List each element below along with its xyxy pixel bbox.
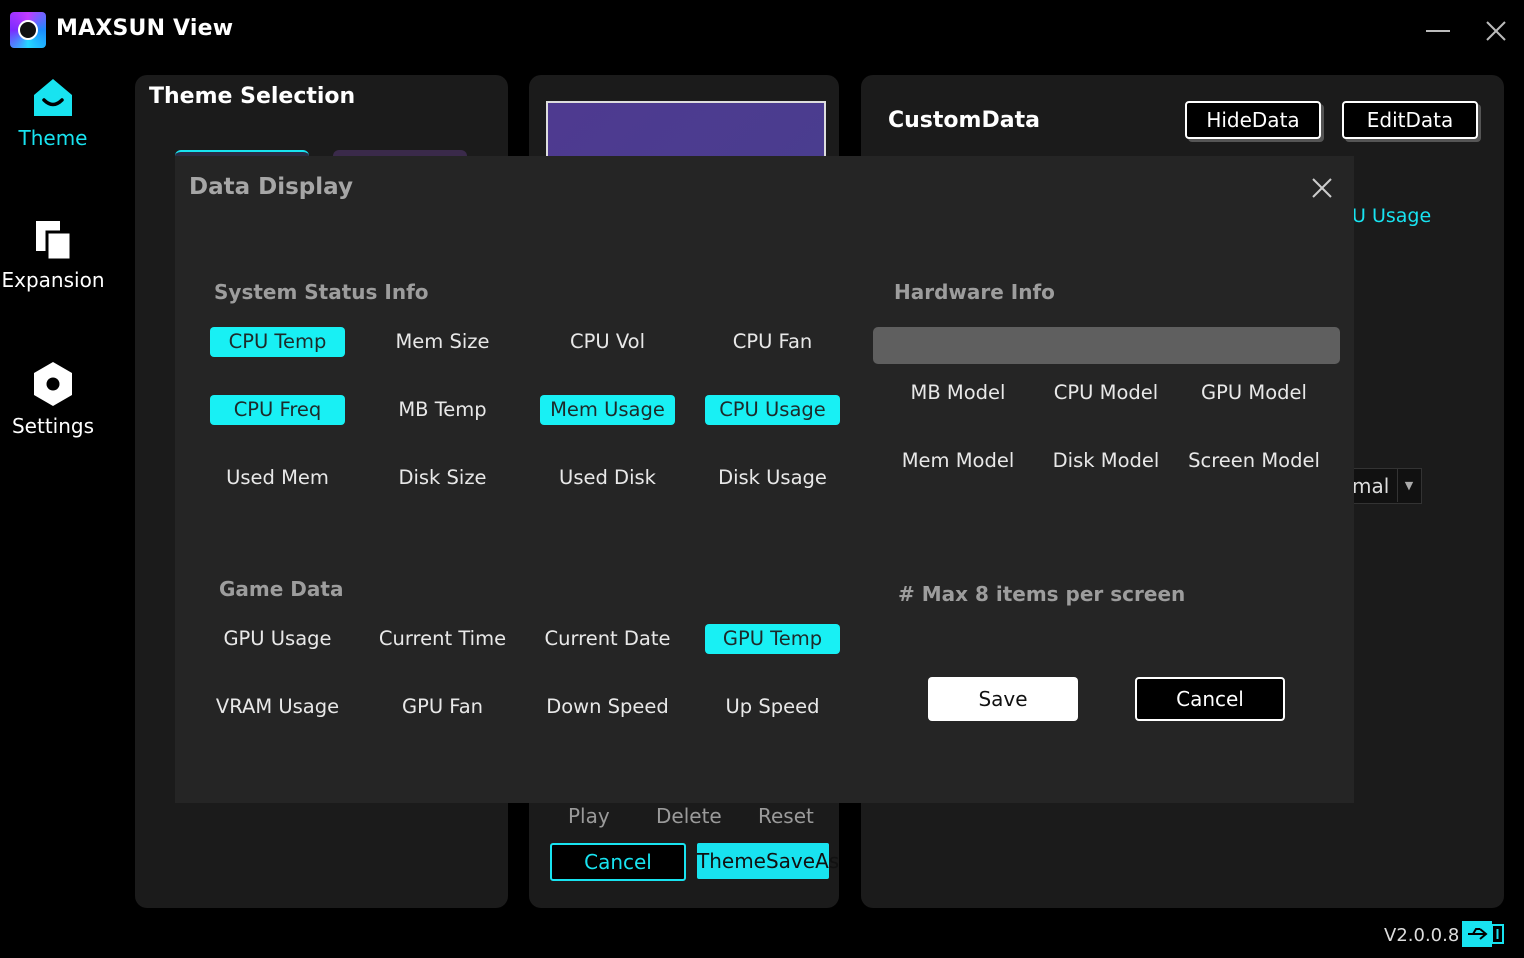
system-item-mem-size[interactable]: Mem Size <box>375 327 510 357</box>
theme-cancel-button[interactable]: Cancel <box>550 843 686 881</box>
app-title: MAXSUN View <box>56 16 234 41</box>
reset-button[interactable]: Reset <box>758 804 814 828</box>
theme-selection-title: Theme Selection <box>149 84 356 109</box>
sidebar-item-expansion[interactable]: Expansion <box>0 218 106 292</box>
sidebar-item-settings[interactable]: Settings <box>0 360 106 438</box>
minimize-icon[interactable] <box>1426 30 1450 32</box>
system-item-disk-size[interactable]: Disk Size <box>375 463 510 493</box>
max-items-note: # Max 8 items per screen <box>898 582 1186 606</box>
app-logo <box>10 12 46 48</box>
sidebar-label-expansion: Expansion <box>1 268 105 292</box>
system-status-section-title: System Status Info <box>214 280 429 304</box>
system-item-cpu-freq[interactable]: CPU Freq <box>210 395 345 425</box>
close-icon[interactable] <box>1310 176 1334 200</box>
game-item-up-speed[interactable]: Up Speed <box>705 692 840 722</box>
hardware-item-mem-model[interactable]: Mem Model <box>891 446 1025 476</box>
system-item-cpu-temp[interactable]: CPU Temp <box>210 327 345 357</box>
game-data-section-title: Game Data <box>219 577 344 601</box>
custom-data-item[interactable]: U Usage <box>1352 205 1431 227</box>
edit-data-button[interactable]: EditData <box>1342 101 1478 139</box>
hardware-item-screen-model[interactable]: Screen Model <box>1187 446 1321 476</box>
sidebar-item-theme[interactable]: Theme <box>0 76 106 150</box>
sidebar-label-theme: Theme <box>18 126 88 150</box>
mode-dropdown-value: mal <box>1352 474 1390 498</box>
system-item-used-disk[interactable]: Used Disk <box>540 463 675 493</box>
usb-connection-icon <box>1462 921 1504 947</box>
game-item-vram-usage[interactable]: VRAM Usage <box>210 692 345 722</box>
play-button[interactable]: Play <box>568 804 610 828</box>
system-item-disk-usage[interactable]: Disk Usage <box>705 463 840 493</box>
hardware-item-cpu-model[interactable]: CPU Model <box>1039 378 1173 408</box>
system-item-used-mem[interactable]: Used Mem <box>210 463 345 493</box>
cancel-button[interactable]: Cancel <box>1135 677 1285 721</box>
game-item-gpu-fan[interactable]: GPU Fan <box>375 692 510 722</box>
system-item-mb-temp[interactable]: MB Temp <box>375 395 510 425</box>
hardware-info-section-title: Hardware Info <box>894 280 1055 304</box>
game-item-gpu-usage[interactable]: GPU Usage <box>210 624 345 654</box>
app-version: V2.0.0.8 <box>1384 925 1460 946</box>
settings-hex-icon <box>34 362 72 406</box>
hardware-item-mb-model[interactable]: MB Model <box>891 378 1025 408</box>
data-display-dialog: Data Display System Status Info Hardware… <box>175 156 1354 803</box>
game-item-current-time[interactable]: Current Time <box>375 624 510 654</box>
game-item-down-speed[interactable]: Down Speed <box>540 692 675 722</box>
sidebar-label-settings: Settings <box>11 414 95 438</box>
save-button[interactable]: Save <box>928 677 1078 721</box>
hardware-item-disk-model[interactable]: Disk Model <box>1039 446 1173 476</box>
hide-data-button[interactable]: HideData <box>1185 101 1321 139</box>
hardware-item-gpu-model[interactable]: GPU Model <box>1187 378 1321 408</box>
chevron-down-icon[interactable]: ▼ <box>1397 468 1420 502</box>
system-item-cpu-vol[interactable]: CPU Vol <box>540 327 675 357</box>
game-item-current-date[interactable]: Current Date <box>540 624 675 654</box>
delete-button[interactable]: Delete <box>656 804 722 828</box>
theme-save-as-button[interactable]: ThemeSaveAs <box>697 843 839 879</box>
system-item-mem-usage[interactable]: Mem Usage <box>540 395 675 425</box>
home-icon <box>34 79 72 116</box>
system-item-cpu-usage[interactable]: CPU Usage <box>705 395 840 425</box>
hardware-selection-bar[interactable] <box>873 327 1340 364</box>
close-window-icon[interactable] <box>1482 17 1510 45</box>
copy-icon <box>36 221 73 262</box>
system-item-cpu-fan[interactable]: CPU Fan <box>705 327 840 357</box>
custom-data-title: CustomData <box>888 108 1040 133</box>
dialog-title: Data Display <box>189 174 353 200</box>
game-item-gpu-temp[interactable]: GPU Temp <box>705 624 840 654</box>
